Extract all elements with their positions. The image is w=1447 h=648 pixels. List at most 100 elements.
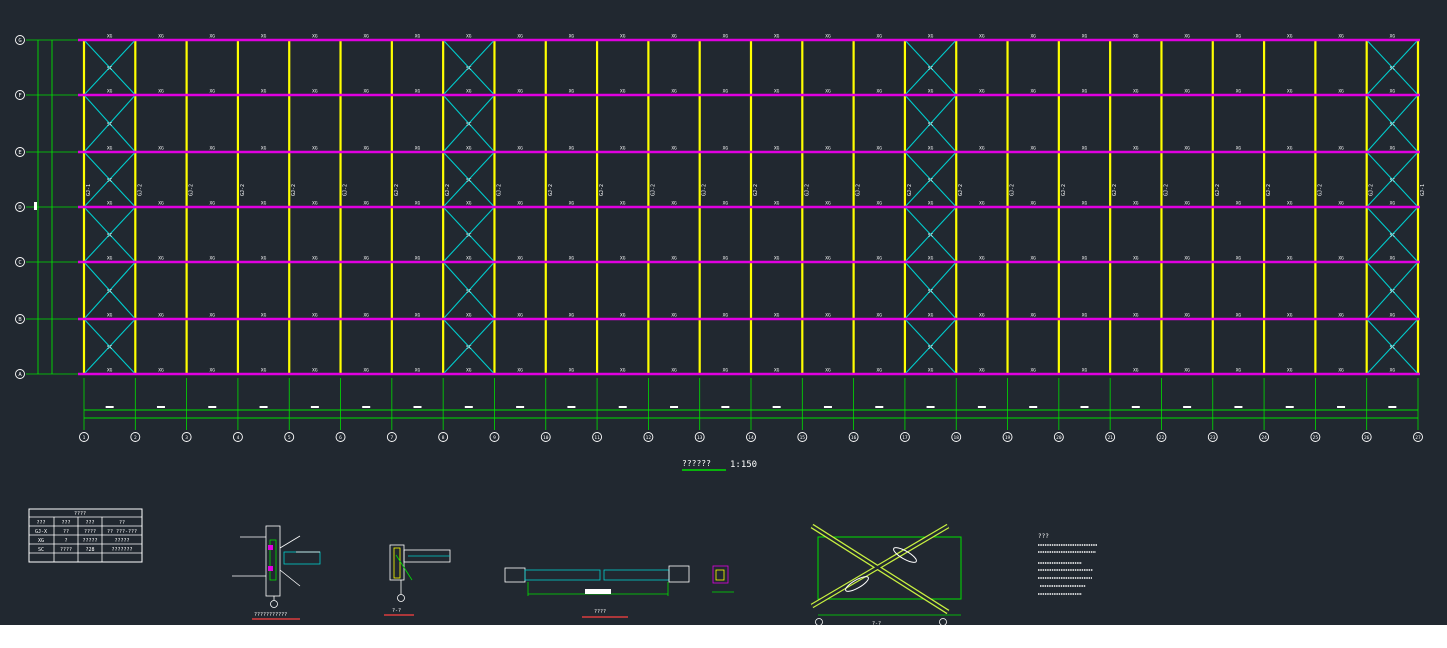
purlin-label: XG [1338, 256, 1344, 262]
purlin-label: XG [928, 368, 934, 374]
purlin-label: XG [1390, 313, 1396, 319]
purlin-label: XG [723, 89, 729, 95]
plan-scale: 1:150 [730, 460, 757, 470]
purlin-label: XG [774, 368, 780, 374]
detail-brace-rod [504, 565, 734, 596]
purlin-label: XG [363, 89, 369, 95]
purlin-label: XG [466, 146, 472, 152]
cad-drawing-viewport[interactable]: SC SC SC SC SC SC SC SC SC SC SC SC SC SC SC SC SC SC SC SC… [0, 0, 1447, 625]
purlin-label: XG [363, 368, 369, 374]
column-label: GJ-2 [702, 184, 708, 196]
purlin-label: XG [1082, 313, 1088, 319]
purlin-label: XG [1236, 256, 1242, 262]
detail-x-bracing [810, 523, 962, 625]
column-label: GJ-2 [1061, 184, 1067, 196]
dimension-text [156, 406, 165, 408]
bracing-label: SC [1390, 233, 1396, 239]
column-axis-label: 21 [1107, 435, 1113, 441]
purlin-label: XG [312, 89, 318, 95]
purlin-label: XG [671, 34, 677, 40]
purlin-label: XG [312, 256, 318, 262]
bracing-label: SC [107, 122, 113, 128]
column-axis-label: 17 [902, 435, 908, 441]
purlin-lines [78, 38, 1420, 376]
purlin-label: XG [363, 313, 369, 319]
column-label: GJ-2 [1010, 184, 1016, 196]
svg-text:?: ? [64, 538, 67, 544]
column-label: GJ-2 [804, 184, 810, 196]
purlin-label: XG [1338, 34, 1344, 40]
column-axis-label: 23 [1210, 435, 1216, 441]
column-axis-label: 2 [134, 435, 137, 441]
purlin-label: XG [620, 313, 626, 319]
bracing-label: SC [107, 178, 113, 184]
column-axis-label: 19 [1005, 435, 1011, 441]
column-axis-label: 1 [83, 435, 86, 441]
member-labels: SC SC SC SC SC SC SC SC SC SC SC SC SC SC SC SC SC SC SC SC… [86, 34, 1426, 374]
purlin-label: XG [107, 34, 113, 40]
purlin-label: XG [1236, 313, 1242, 319]
dimension-text [977, 406, 986, 408]
purlin-label: XG [877, 146, 883, 152]
column-label: GJ-2 [1163, 184, 1169, 196]
column-label: GJ-1 [1420, 184, 1426, 196]
purlin-label: XG [466, 313, 472, 319]
purlin-label: XG [1184, 201, 1190, 207]
purlin-label: XG [928, 313, 934, 319]
purlin-label: XG [569, 89, 575, 95]
purlin-label: XG [210, 313, 216, 319]
purlin-label: XG [1287, 34, 1293, 40]
svg-text:?28: ?28 [85, 547, 94, 553]
purlin-label: XG [210, 201, 216, 207]
bracing-label: SC [107, 345, 113, 351]
purlin-label: XG [1287, 89, 1293, 95]
purlin-label: XG [1030, 313, 1036, 319]
purlin-label: XG [1082, 146, 1088, 152]
purlin-label: XG [1184, 34, 1190, 40]
purlin-label: XG [774, 146, 780, 152]
column-axis-label: 10 [543, 435, 549, 441]
column-label: GJ-2 [753, 184, 759, 196]
purlin-label: XG [1236, 34, 1242, 40]
dimension-text [670, 406, 679, 408]
svg-text:???????: ??????? [111, 547, 132, 553]
svg-text:XG: XG [38, 538, 44, 544]
dimension-text [516, 406, 525, 408]
svg-text:?? ???-???: ?? ???-??? [107, 529, 137, 535]
column-axis-label: 3 [185, 435, 188, 441]
bracing-label: SC [466, 289, 472, 295]
purlin-label: XG [1390, 146, 1396, 152]
svg-text:??: ?? [63, 529, 69, 535]
column-axis-label: 12 [646, 435, 652, 441]
purlin-label: XG [1133, 34, 1139, 40]
column-axis-label: 15 [800, 435, 806, 441]
row-axis-label: C [18, 260, 21, 266]
detail-2-caption: ?-? [392, 608, 401, 614]
dimension-text [823, 406, 832, 408]
purlin-label: XG [569, 201, 575, 207]
purlin-label: XG [928, 201, 934, 207]
dimension-text [875, 406, 884, 408]
purlin-label: XG [1390, 89, 1396, 95]
dimension-text [1234, 406, 1243, 408]
purlin-label: XG [1236, 146, 1242, 152]
purlin-label: XG [774, 256, 780, 262]
purlin-label: XG [415, 201, 421, 207]
purlin-label: XG [1338, 201, 1344, 207]
purlin-label: XG [877, 313, 883, 319]
purlin-label: XG [312, 146, 318, 152]
bracing-label: SC [928, 122, 934, 128]
svg-text:????: ???? [60, 547, 72, 553]
dimension-text [362, 406, 371, 408]
purlin-label: XG [620, 256, 626, 262]
column-label: GJ-2 [445, 184, 451, 196]
purlin-label: XG [1338, 368, 1344, 374]
column-axis-label: 16 [851, 435, 857, 441]
dimension-text [926, 406, 935, 408]
purlin-label: XG [466, 201, 472, 207]
column-label: GJ-2 [394, 184, 400, 196]
purlin-label: XG [158, 89, 164, 95]
row-axis-label: A [18, 372, 22, 378]
bracing-label: SC [466, 233, 472, 239]
purlin-label: XG [825, 146, 831, 152]
